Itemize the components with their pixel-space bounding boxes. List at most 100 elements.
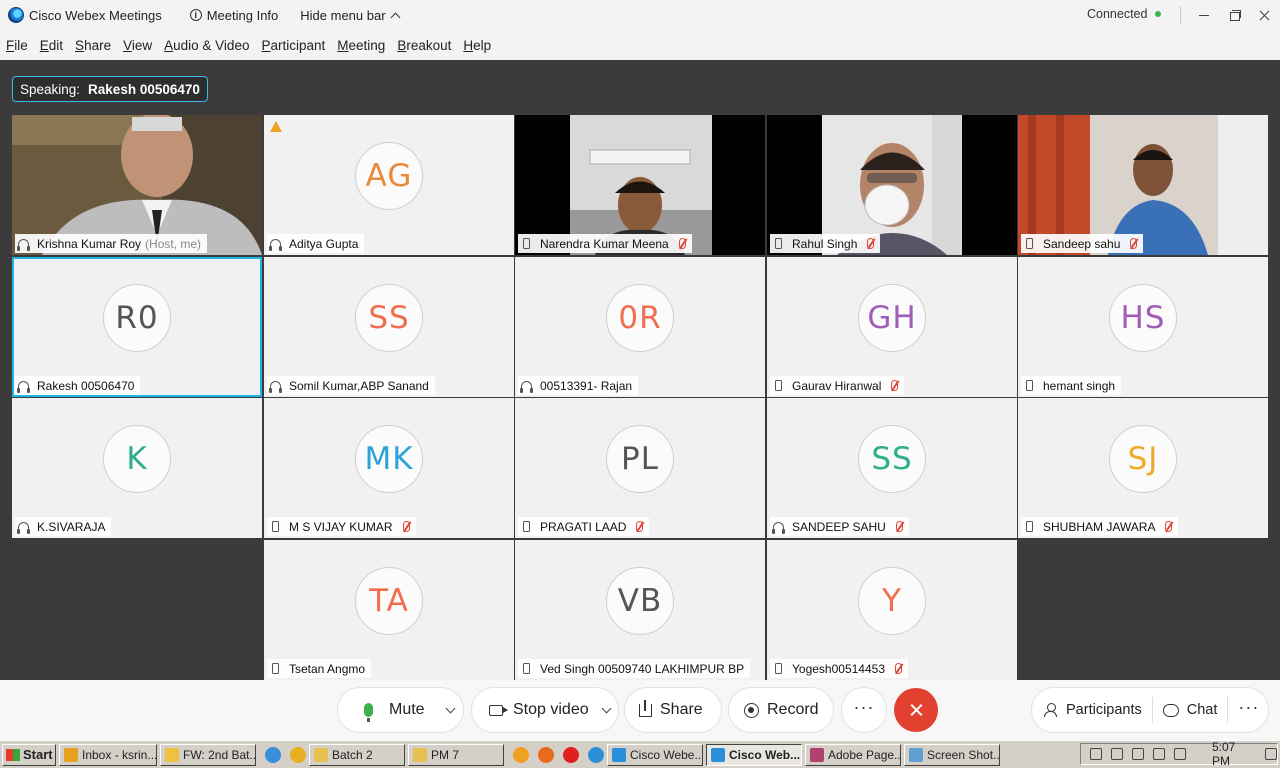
participant-tile[interactable]: Y Yogesh00514453 [767, 540, 1017, 680]
chat-label: Chat [1186, 702, 1218, 718]
taskbar-item[interactable]: PM 7 [408, 743, 504, 766]
participant-nametag: Ved Singh 00509740 LAKHIMPUR BP [518, 659, 751, 678]
participant-tile[interactable]: SJ SHUBHAM JAWARA [1018, 398, 1268, 538]
participant-tile[interactable]: AG Aditya Gupta [264, 115, 514, 255]
participant-tile[interactable]: HS hemant singh [1018, 257, 1268, 397]
participant-tile[interactable]: Krishna Kumar Roy (Host, me) [12, 115, 262, 255]
muted-mic-icon [891, 380, 899, 391]
record-label: Record [767, 701, 819, 718]
phone-icon [523, 663, 530, 674]
participant-name: Gaurav Hiranwal [792, 378, 882, 393]
menu-share[interactable]: Share [75, 38, 111, 53]
menu-breakout[interactable]: Breakout [397, 38, 451, 53]
participant-tile[interactable]: VB Ved Singh 00509740 LAKHIMPUR BP [515, 540, 765, 680]
participant-nametag: Narendra Kumar Meena [518, 234, 692, 253]
menu-edit[interactable]: Edit [40, 38, 63, 53]
participant-nametag: Tsetan Angmo [267, 659, 372, 678]
taskbar-item[interactable]: Screen Shot... [904, 743, 1000, 766]
menu-participant[interactable]: Participant [261, 38, 325, 53]
muted-mic-icon [402, 521, 410, 532]
phone-icon [1026, 521, 1033, 532]
divider [1151, 697, 1153, 723]
mute-button[interactable]: Mute [338, 688, 463, 732]
network-icon[interactable] [1111, 748, 1123, 760]
headset-icon [520, 380, 533, 393]
participant-tile[interactable]: K K.SIVARAJA [12, 398, 262, 538]
media-player-icon[interactable] [513, 746, 529, 763]
taskbar-item-label: Cisco Web... [729, 747, 801, 762]
participant-tile[interactable]: Rahul Singh [767, 115, 1017, 255]
participant-tile[interactable]: MK M S VIJAY KUMAR [264, 398, 514, 538]
participants-button[interactable]: Participants [1044, 702, 1142, 718]
taskbar-item[interactable]: Inbox - ksrin... [59, 743, 157, 766]
headset-icon [17, 380, 30, 393]
video-stage: Speaking: Rakesh 00506470 Krishna Kumar … [0, 60, 1280, 680]
muted-mic-icon [636, 521, 644, 532]
share-button[interactable]: Share [625, 688, 721, 732]
menu-help[interactable]: Help [463, 38, 491, 53]
record-button[interactable]: Record [729, 688, 833, 732]
avatar: TA [355, 567, 423, 635]
participant-tile[interactable]: R0 Rakesh 00506470 [12, 257, 262, 397]
menu-view[interactable]: View [123, 38, 152, 53]
participant-tile[interactable]: SS Somil Kumar,ABP Sanand [264, 257, 514, 397]
headset-icon [772, 521, 785, 534]
menu-audio-video[interactable]: Audio & Video [164, 38, 249, 53]
share-icon [639, 699, 652, 717]
participant-role: (Host, me) [145, 236, 202, 251]
zoom-icon[interactable] [588, 746, 604, 763]
chevron-down-icon[interactable] [601, 703, 612, 713]
ie-icon[interactable] [265, 746, 281, 763]
usb-icon[interactable] [1153, 748, 1165, 760]
start-button[interactable]: Start [2, 743, 56, 766]
participant-tile[interactable]: Narendra Kumar Meena [515, 115, 765, 255]
taskbar-item[interactable]: Cisco Webe... [607, 743, 703, 766]
menu-meeting[interactable]: Meeting [337, 38, 385, 53]
minimize-button[interactable] [1193, 4, 1215, 26]
tray-app-icon[interactable] [1132, 748, 1144, 760]
muted-mic-icon [1130, 238, 1138, 249]
chat-button[interactable]: Chat [1162, 702, 1218, 718]
phone-icon [272, 663, 279, 674]
chevron-down-icon[interactable] [445, 703, 456, 713]
panel-more-button[interactable]: ··· [1238, 698, 1259, 716]
participant-tile[interactable]: SS SANDEEP SAHU [767, 398, 1017, 538]
participant-tile[interactable]: PL PRAGATI LAAD [515, 398, 765, 538]
meeting-info-button[interactable]: i Meeting Info [189, 7, 279, 23]
taskbar-item[interactable]: Adobe Page... [805, 743, 901, 766]
taskbar-item[interactable]: Batch 2 [309, 743, 405, 766]
taskbar-item[interactable]: Cisco Web... [706, 743, 802, 766]
panel-buttons: Participants Chat ··· [1032, 688, 1268, 732]
windows-logo-icon [6, 748, 20, 761]
title-bar: Cisco Webex Meetings i Meeting Info Hide… [0, 0, 1280, 30]
meeting-info-label: Meeting Info [206, 7, 279, 23]
tray-chevron-icon[interactable] [1090, 748, 1102, 760]
desktop-icon[interactable] [1265, 748, 1277, 760]
close-button[interactable] [1253, 4, 1275, 26]
youtube-icon[interactable] [563, 746, 579, 763]
participant-tile[interactable]: 0R 00513391- Rajan [515, 257, 765, 397]
stop-video-button[interactable]: Stop video [472, 688, 618, 732]
phone-icon [775, 380, 782, 391]
muted-mic-icon [678, 238, 686, 249]
participant-tile[interactable]: Sandeep sahu [1018, 115, 1268, 255]
firefox-icon[interactable] [538, 746, 554, 763]
participant-tile[interactable]: GH Gaurav Hiranwal [767, 257, 1017, 397]
participant-nametag: Rakesh 00506470 [15, 376, 141, 395]
participant-tile[interactable]: TA Tsetan Angmo [264, 540, 514, 680]
participant-name: hemant singh [1043, 378, 1116, 393]
record-icon [744, 702, 759, 718]
phone-icon [523, 238, 530, 249]
avatar: Y [858, 567, 926, 635]
hide-menu-bar-button[interactable]: Hide menu bar [300, 8, 400, 23]
chrome-icon[interactable] [290, 746, 306, 763]
participant-name: SHUBHAM JAWARA [1043, 519, 1156, 534]
menu-file[interactable]: File [6, 38, 28, 53]
active-speaker-indicator: Speaking: Rakesh 00506470 [12, 76, 208, 102]
leave-meeting-button[interactable] [894, 688, 938, 732]
restore-button[interactable] [1224, 4, 1246, 26]
volume-icon[interactable] [1174, 748, 1186, 760]
connection-status: Connected [1087, 7, 1162, 21]
taskbar-item[interactable]: FW: 2nd Bat... [160, 743, 256, 766]
more-options-button[interactable]: ··· [842, 688, 886, 732]
